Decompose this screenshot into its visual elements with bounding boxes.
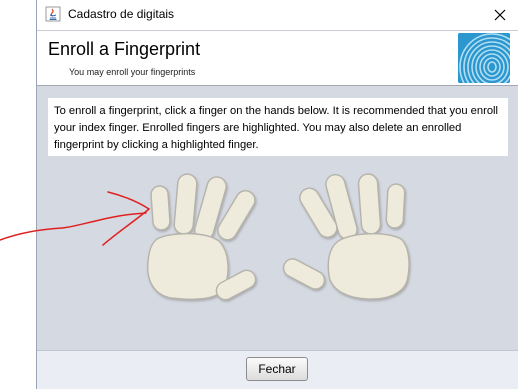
- page-subtitle: You may enroll your fingerprints: [69, 67, 196, 77]
- close-icon: [494, 9, 506, 21]
- window-title: Cadastro de digitais: [68, 7, 175, 21]
- enroll-panel: To enroll a fingerprint, click a finger …: [37, 86, 518, 350]
- dialog-window: Cadastro de digitais Enroll a Fingerprin…: [36, 0, 518, 389]
- close-dialog-button[interactable]: Fechar: [246, 357, 308, 381]
- right-thumb[interactable]: [280, 256, 327, 293]
- header-panel: Enroll a Fingerprint You may enroll your…: [37, 30, 518, 86]
- right-pinky-finger[interactable]: [385, 183, 406, 229]
- dialog-footer: Fechar: [37, 350, 518, 389]
- java-app-icon: [45, 6, 61, 22]
- page-title: Enroll a Fingerprint: [48, 39, 201, 59]
- right-palm: [327, 232, 410, 300]
- window-close-button[interactable]: [482, 0, 518, 30]
- right-ring-finger[interactable]: [357, 173, 382, 235]
- left-ring-finger[interactable]: [173, 173, 198, 235]
- fingerprint-icon: [458, 33, 510, 83]
- title-bar: Cadastro de digitais: [37, 0, 518, 30]
- left-pinky-finger[interactable]: [150, 185, 171, 231]
- hands-diagram: [147, 173, 410, 301]
